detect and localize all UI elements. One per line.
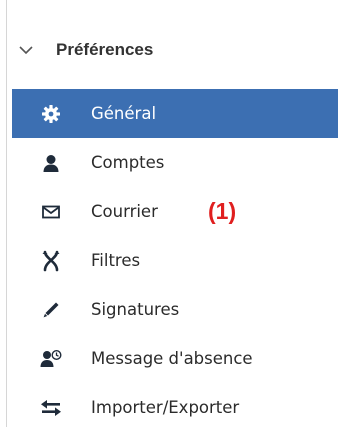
menu-item-label: Importer/Exporter [91, 398, 240, 417]
user-icon [40, 152, 62, 174]
menu-item-courrier[interactable]: Courrier (1) [12, 187, 338, 236]
menu-item-signatures[interactable]: Signatures [12, 285, 338, 334]
menu-item-label: Général [91, 104, 157, 123]
preferences-section-header[interactable]: Préférences [18, 34, 153, 66]
menu-item-general[interactable]: Général [12, 89, 338, 138]
menu-item-filtres[interactable]: Filtres [12, 236, 338, 285]
envelope-icon [40, 201, 62, 223]
gear-icon [40, 103, 62, 125]
chevron-down-icon [18, 42, 34, 58]
menu-item-label: Filtres [91, 251, 141, 270]
menu-item-absence[interactable]: Message d'absence [12, 334, 338, 383]
section-title: Préférences [56, 40, 154, 59]
menu-item-label: Signatures [91, 300, 180, 319]
preferences-menu: Général Comptes Courrier (1) Filtres Sig… [12, 89, 338, 432]
filter-icon [40, 250, 62, 272]
menu-item-label: Courrier [91, 202, 158, 221]
preferences-panel: Préférences Général Comptes Courrier (1)… [0, 0, 338, 427]
menu-item-import-export[interactable]: Importer/Exporter [12, 383, 338, 432]
import-export-icon [40, 397, 62, 419]
menu-item-label: Comptes [91, 153, 165, 172]
annotation-marker: (1) [208, 198, 237, 224]
panel-divider [6, 0, 7, 427]
user-clock-icon [40, 348, 62, 370]
pen-icon [40, 299, 62, 321]
menu-item-comptes[interactable]: Comptes [12, 138, 338, 187]
menu-item-label: Message d'absence [91, 349, 253, 368]
